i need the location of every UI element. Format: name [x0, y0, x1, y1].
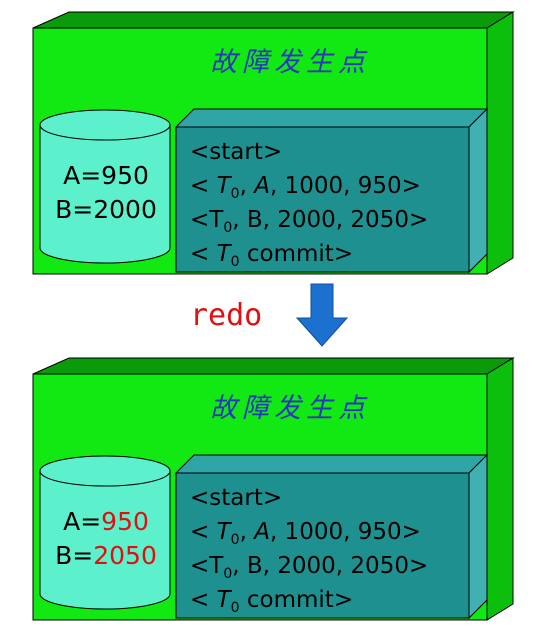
bottom-slab-side-face [486, 357, 514, 621]
bottom-cylinder-body [39, 470, 171, 610]
top-cylinder-body [39, 124, 171, 264]
top-log-records: <start> < T0, A, 1000, 950> <T0, B, 2000… [190, 135, 428, 271]
bottom-value-b: B=2050 [55, 541, 157, 570]
top-slab-top-face [32, 11, 515, 29]
log-line-start: <start> [190, 485, 283, 511]
bottom-failure-point-title: 故障发生点 [210, 393, 370, 424]
top-log-box-side [468, 107, 488, 274]
log-line-update-a: < T0, A, 1000, 950> [190, 173, 421, 202]
top-log-box-top [174, 108, 489, 128]
bottom-slab-top-face [32, 357, 515, 375]
bottom-state-panel: 故障发生点 A=950 B=2050 <start> < T0, A, 1000… [0, 346, 539, 626]
log-line-commit: < T0 commit> [190, 241, 354, 270]
top-cylinder-top [39, 109, 171, 141]
top-slab-side-face [486, 11, 514, 275]
top-value-b: B=2000 [55, 195, 157, 224]
redo-label: redo [190, 298, 263, 333]
bottom-value-a: A=950 [63, 507, 149, 536]
bottom-cylinder-top [39, 455, 171, 487]
top-failure-point-title: 故障发生点 [210, 47, 370, 78]
log-line-update-a: < T0, A, 1000, 950> [190, 519, 421, 548]
log-line-update-b: <T0, B, 2000, 2050> [190, 207, 429, 236]
bottom-log-box-side [468, 453, 488, 620]
bottom-log-box-top [174, 454, 489, 474]
down-arrow-icon [295, 283, 349, 347]
top-value-a: A=950 [63, 161, 149, 190]
top-state-panel: 故障发生点 A=950 B=2000 <start> < T0, A, 1000… [0, 0, 539, 280]
log-line-update-b: <T0, B, 2000, 2050> [190, 553, 429, 582]
log-line-commit: < T0 commit> [190, 587, 354, 616]
log-line-start: <start> [190, 139, 283, 165]
bottom-log-records: <start> < T0, A, 1000, 950> <T0, B, 2000… [190, 481, 428, 617]
